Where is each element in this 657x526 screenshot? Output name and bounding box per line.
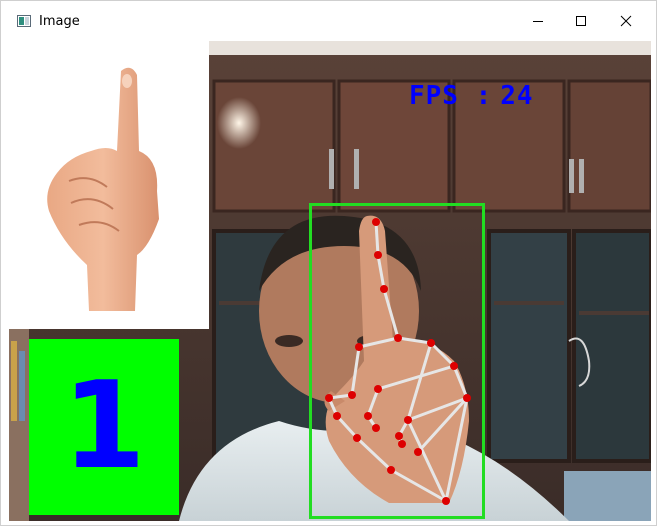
camera-frame: 1 FPS :24 — [9, 41, 651, 521]
window-title: Image — [39, 14, 80, 29]
maximize-button[interactable] — [558, 1, 604, 41]
hand-landmark-overlay — [325, 218, 471, 505]
close-icon — [620, 15, 632, 27]
minimize-button[interactable] — [515, 1, 561, 41]
app-window-icon — [17, 15, 31, 27]
close-button[interactable] — [603, 1, 649, 41]
minimize-icon — [533, 21, 543, 22]
image-window: Image 1 FPS: 24 — [0, 0, 657, 526]
title-bar[interactable]: Image — [1, 1, 656, 41]
maximize-icon — [576, 16, 586, 26]
landmark-connections — [327, 221, 469, 503]
